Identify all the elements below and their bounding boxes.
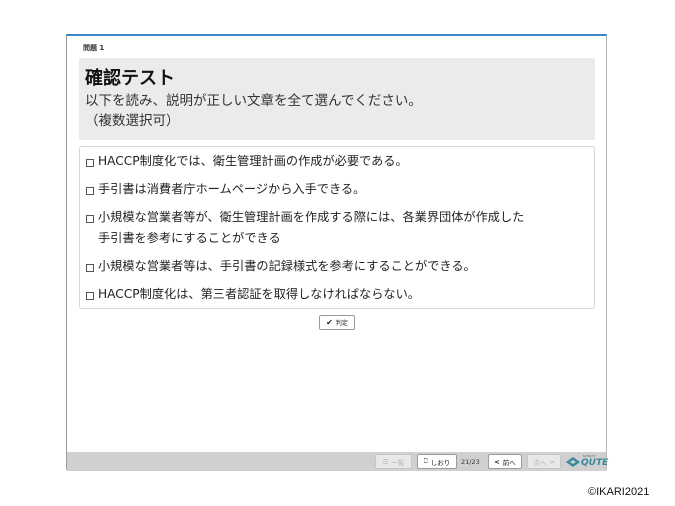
list-button[interactable]: ☰ 一覧 (375, 454, 412, 469)
instruction-line-2: （複数選択可） (85, 113, 180, 129)
choice-item-1[interactable]: HACCP制度化では、衛生管理計画の作成が必要である。 (86, 151, 584, 172)
choice-label: 小規模な営業者等が、衛生管理計画を作成する際には、各業界団体が作成した 手引書を… (98, 210, 525, 245)
page-indicator: 21/23 (461, 458, 480, 466)
chevron-left-icon: < (494, 457, 500, 466)
choices-list: HACCP制度化では、衛生管理計画の作成が必要である。 手引書は消費者庁ホームペ… (79, 146, 595, 309)
prev-button[interactable]: < 前へ (488, 454, 522, 469)
checkbox[interactable] (86, 159, 94, 167)
choice-label: HACCP制度化は、第三者認証を取得しなければならない。 (98, 287, 420, 301)
checkbox[interactable] (86, 264, 94, 272)
choice-item-2[interactable]: 手引書は消費者庁ホームページから入手できる。 (86, 179, 584, 200)
bookmark-button[interactable]: ⎕ しおり (417, 454, 457, 469)
checkbox[interactable] (86, 292, 94, 300)
judge-button[interactable]: ✔ 判定 (319, 315, 355, 330)
logo-icon (566, 456, 580, 467)
choice-item-4[interactable]: 小規模な営業者等は、手引書の記録様式を参考にすることができる。 (86, 256, 584, 277)
instruction-line-1: 以下を読み、説明が正しい文章を全て選んでください。 (85, 93, 422, 109)
copyright-text: ©IKARI2021 (588, 486, 650, 498)
page-title: 確認テスト (85, 68, 175, 89)
smart-qute-logo: smart QUTE (565, 454, 608, 469)
question-header: 確認テスト 以下を読み、説明が正しい文章を全て選んでください。 （複数選択可） (79, 58, 595, 140)
chevron-right-icon: > (549, 457, 555, 466)
instruction-text: 以下を読み、説明が正しい文章を全て選んでください。 （複数選択可） (85, 91, 422, 131)
question-label: 問題 1 (83, 44, 105, 52)
footer-bar: ☰ 一覧 ⎕ しおり 21/23 < 前へ 次へ > smart QUTE (67, 452, 608, 471)
choice-item-5[interactable]: HACCP制度化は、第三者認証を取得しなければならない。 (86, 284, 584, 305)
choice-item-3[interactable]: 小規模な営業者等が、衛生管理計画を作成する際には、各業界団体が作成した 手引書を… (86, 207, 584, 249)
choice-label: 小規模な営業者等は、手引書の記録様式を参考にすることができる。 (98, 259, 476, 273)
bookmark-icon: ⎕ (423, 457, 428, 465)
checkbox[interactable] (86, 215, 94, 223)
quiz-frame: 問題 1 確認テスト 以下を読み、説明が正しい文章を全て選んでください。 （複数… (66, 34, 608, 471)
checkbox[interactable] (86, 187, 94, 195)
choice-label: HACCP制度化では、衛生管理計画の作成が必要である。 (98, 154, 408, 168)
checkmark-icon: ✔ (326, 318, 333, 327)
judge-button-label: 判定 (335, 320, 348, 327)
list-icon: ☰ (382, 457, 389, 466)
choice-label: 手引書は消費者庁ホームページから入手できる。 (98, 182, 366, 196)
next-button[interactable]: 次へ > (527, 454, 561, 469)
